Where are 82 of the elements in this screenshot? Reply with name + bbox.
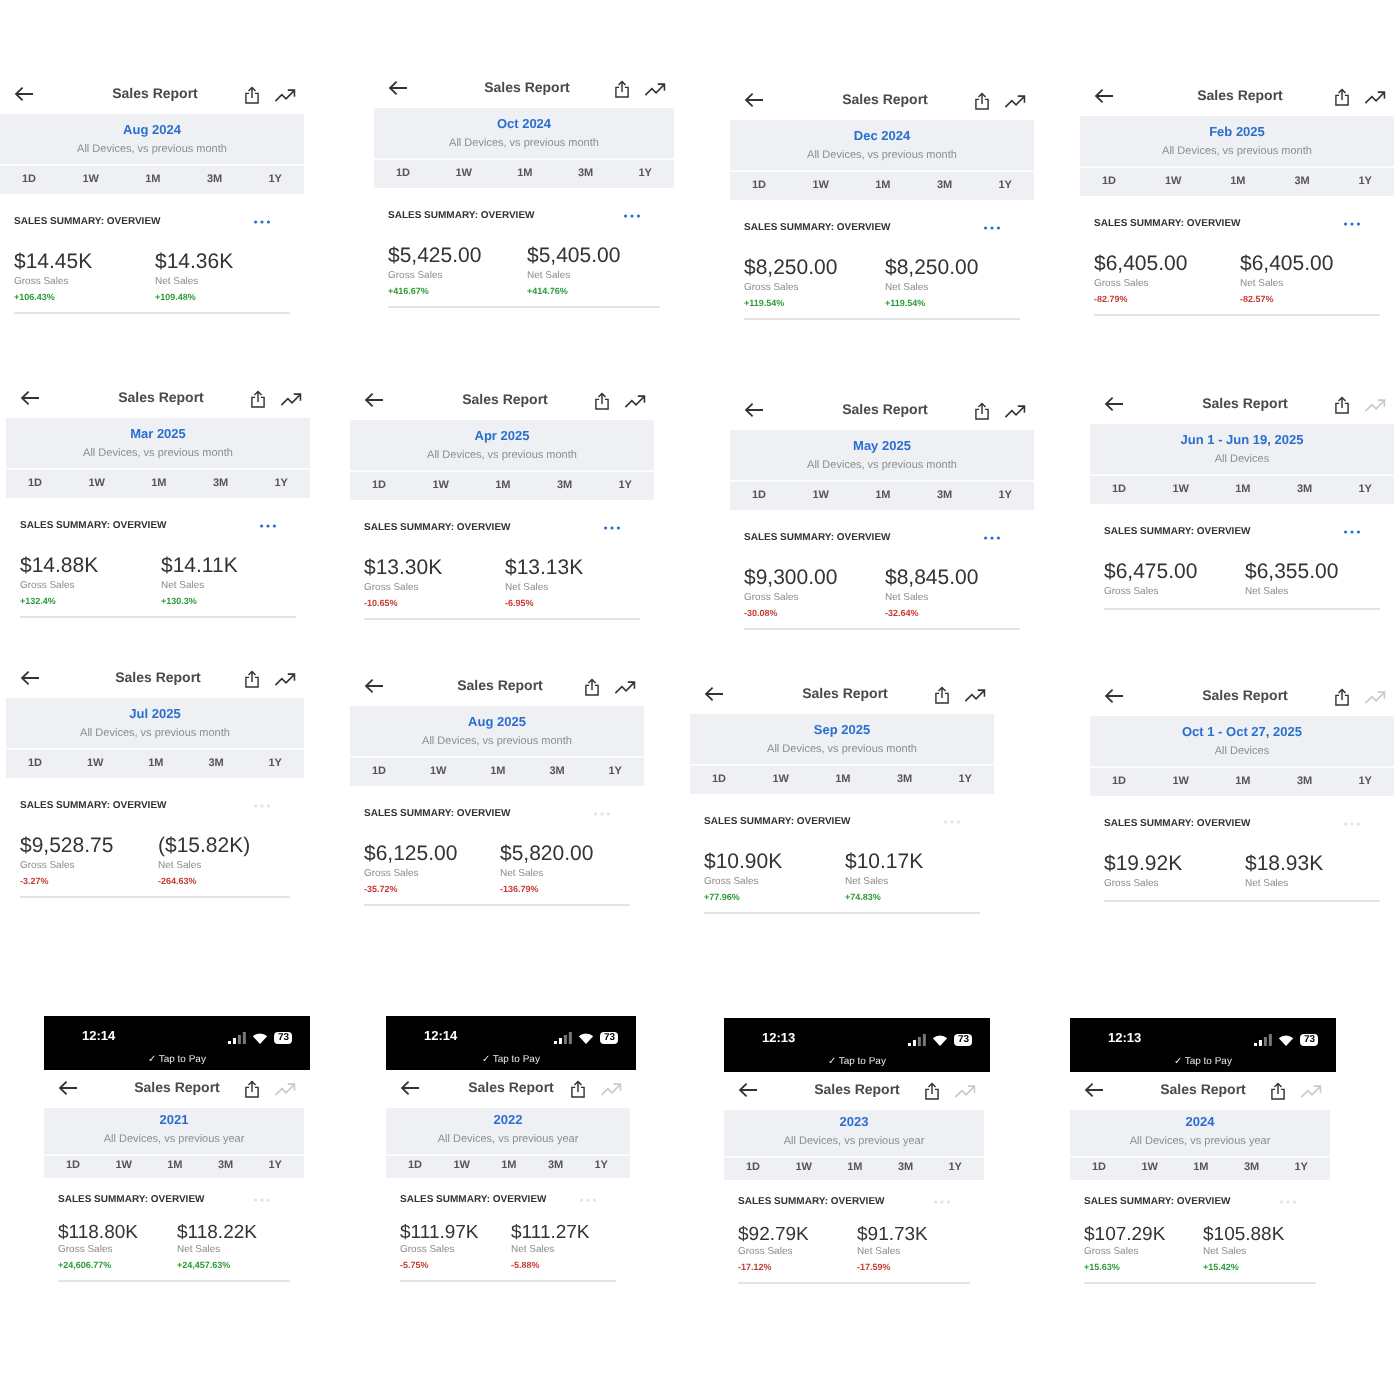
back-arrow-icon[interactable] xyxy=(14,86,34,102)
trend-icon[interactable] xyxy=(644,81,666,95)
amount-value: ($15.82K) xyxy=(158,834,251,860)
back-arrow-icon[interactable] xyxy=(704,686,724,702)
back-arrow-icon[interactable] xyxy=(364,392,384,408)
share-icon[interactable] xyxy=(924,1081,940,1099)
wifi-icon xyxy=(932,1034,949,1046)
wifi-icon xyxy=(252,1032,269,1044)
amount-value: $107.29K xyxy=(1084,1224,1166,1246)
amount-value: $14.88K xyxy=(20,554,99,580)
share-icon[interactable] xyxy=(1334,395,1350,413)
amount-value: $14.11K xyxy=(161,554,238,580)
signal-icon xyxy=(908,1034,927,1046)
amount-value: $5,425.00 xyxy=(388,244,482,270)
trend-icon[interactable] xyxy=(614,679,636,693)
amount-value: $118.80K xyxy=(58,1222,138,1244)
trend-icon[interactable] xyxy=(274,671,296,685)
share-icon[interactable] xyxy=(974,401,990,419)
amount-value: $8,250.00 xyxy=(885,256,979,282)
amount-value: $10.90K xyxy=(704,850,783,876)
wifi-icon xyxy=(578,1032,595,1044)
share-icon[interactable] xyxy=(1334,687,1350,705)
amount-value: $6,405.00 xyxy=(1240,252,1334,278)
signal-icon xyxy=(228,1032,247,1044)
share-icon[interactable] xyxy=(250,389,266,407)
back-arrow-icon[interactable] xyxy=(364,678,384,694)
amount-value: $13.30K xyxy=(364,556,443,582)
back-arrow-icon[interactable] xyxy=(58,1080,78,1096)
amount-value: $118.22K xyxy=(177,1222,257,1244)
signal-icon xyxy=(1254,1034,1273,1046)
share-icon[interactable] xyxy=(244,669,260,687)
share-icon[interactable] xyxy=(244,1079,260,1097)
back-arrow-icon[interactable] xyxy=(20,390,40,406)
back-arrow-icon[interactable] xyxy=(744,92,764,108)
trend-icon[interactable] xyxy=(280,391,302,405)
amount-value: $91.73K xyxy=(857,1224,928,1246)
amount-value: $105.88K xyxy=(1203,1224,1285,1246)
share-icon[interactable] xyxy=(934,685,950,703)
trend-icon[interactable] xyxy=(274,87,296,101)
amount-value: $14.45K xyxy=(14,250,93,276)
trend-icon[interactable] xyxy=(1004,93,1026,107)
trend-icon[interactable] xyxy=(624,393,646,407)
share-icon[interactable] xyxy=(1270,1081,1286,1099)
back-arrow-icon[interactable] xyxy=(400,1080,420,1096)
wifi-icon xyxy=(1278,1034,1295,1046)
back-arrow-icon[interactable] xyxy=(1104,396,1124,412)
share-icon[interactable] xyxy=(974,91,990,109)
amount-value: $111.97K xyxy=(400,1222,479,1244)
back-arrow-icon[interactable] xyxy=(738,1082,758,1098)
amount-value: $18.93K xyxy=(1245,852,1324,878)
amount-value: $8,845.00 xyxy=(885,566,979,592)
back-arrow-icon[interactable] xyxy=(1094,88,1114,104)
amount-value: $9,300.00 xyxy=(744,566,838,592)
back-arrow-icon[interactable] xyxy=(744,402,764,418)
amount-value: $10.17K xyxy=(845,850,924,876)
share-icon[interactable] xyxy=(1334,87,1350,105)
amount-value: $111.27K xyxy=(511,1222,590,1244)
amount-value: $6,405.00 xyxy=(1094,252,1188,278)
trend-icon[interactable] xyxy=(964,687,986,701)
share-icon[interactable] xyxy=(614,79,630,97)
back-arrow-icon[interactable] xyxy=(20,670,40,686)
back-arrow-icon[interactable] xyxy=(1104,688,1124,704)
amount-value: $8,250.00 xyxy=(744,256,838,282)
amount-value: $19.92K xyxy=(1104,852,1183,878)
amount-value: $13.13K xyxy=(505,556,584,582)
share-icon[interactable] xyxy=(570,1079,586,1097)
share-icon[interactable] xyxy=(584,677,600,695)
back-arrow-icon[interactable] xyxy=(1084,1082,1104,1098)
trend-icon[interactable] xyxy=(1004,403,1026,417)
amount-value: $5,820.00 xyxy=(500,842,594,868)
share-icon[interactable] xyxy=(244,85,260,103)
amount-value: $6,355.00 xyxy=(1245,560,1339,586)
amount-value: $6,125.00 xyxy=(364,842,458,868)
amount-value: $6,475.00 xyxy=(1104,560,1198,586)
amount-value: $92.79K xyxy=(738,1224,809,1246)
signal-icon xyxy=(554,1032,573,1044)
amount-value: $14.36K xyxy=(155,250,234,276)
amount-value: $5,405.00 xyxy=(527,244,621,270)
share-icon[interactable] xyxy=(594,391,610,409)
back-arrow-icon[interactable] xyxy=(388,80,408,96)
amount-value: $9,528.75 xyxy=(20,834,114,860)
trend-icon[interactable] xyxy=(1364,89,1386,103)
